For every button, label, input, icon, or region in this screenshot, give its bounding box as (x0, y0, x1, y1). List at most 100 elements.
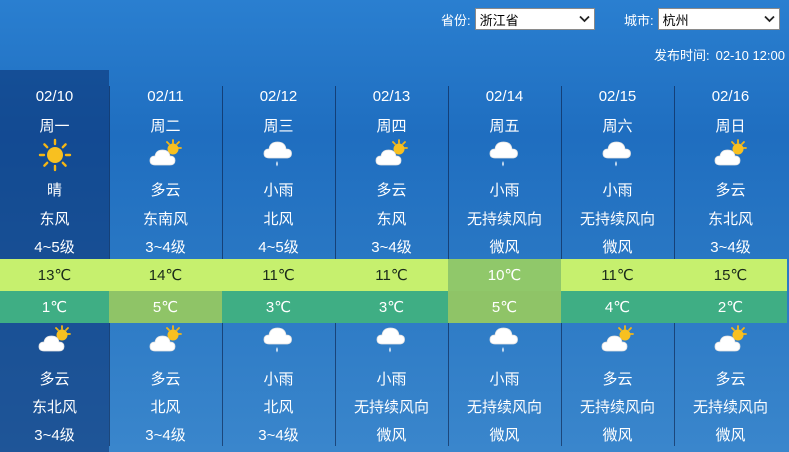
weekday: 周四 (376, 118, 407, 135)
weekday: 周五 (489, 118, 520, 135)
day-condition: 多云 (715, 182, 746, 199)
day-wind: 东风 (376, 211, 407, 228)
publish-label: 发布时间: (653, 48, 710, 63)
province-label: 省份: (441, 12, 471, 28)
day-wind: 东南风 (142, 211, 188, 228)
forecast-date: 02/11 (147, 88, 184, 105)
chevron-down-icon (764, 13, 776, 25)
rain-icon (448, 324, 561, 358)
high-temperature: 13℃ (0, 259, 109, 291)
weekday: 周日 (715, 118, 746, 135)
night-wind-level: 微风 (489, 427, 520, 444)
day-condition: 晴 (46, 182, 62, 199)
province-select[interactable]: 浙江省 (474, 8, 595, 30)
weekday: 周六 (602, 118, 633, 135)
cloudy-icon (335, 138, 448, 170)
high-temperature: 15℃ (674, 259, 787, 291)
night-condition: 多云 (150, 371, 181, 388)
day-wind: 无持续风向 (579, 211, 655, 228)
province-value: 浙江省 (479, 12, 519, 28)
day-condition: 小雨 (602, 182, 633, 199)
night-condition: 多云 (715, 371, 746, 388)
day-wind-level: 3~4级 (145, 239, 186, 256)
rain-icon (561, 138, 674, 172)
night-condition: 多云 (602, 371, 633, 388)
day-wind-level: 微风 (489, 239, 520, 256)
night-wind: 北风 (263, 399, 294, 416)
forecast-date: 02/14 (485, 88, 524, 105)
night-wind: 无持续风向 (466, 399, 542, 416)
low-temperature: 3℃ (222, 291, 335, 323)
rain-icon (448, 138, 561, 172)
low-temperature: 5℃ (109, 291, 222, 323)
rain-icon (222, 324, 335, 358)
high-temperature: 11℃ (335, 259, 448, 291)
sun-icon (0, 138, 109, 172)
night-condition: 小雨 (489, 371, 520, 388)
forecast-date: 02/12 (259, 88, 298, 105)
night-condition: 多云 (39, 371, 70, 388)
night-wind: 北风 (150, 399, 181, 416)
cloudy-icon (674, 138, 787, 170)
publish-time: 发布时间: 02-10 12:00 (654, 45, 785, 64)
high-temperature: 10℃ (448, 259, 561, 291)
night-wind-level: 3~4级 (258, 427, 299, 444)
day-condition: 小雨 (263, 182, 294, 199)
forecast-date: 02/15 (598, 88, 637, 105)
cloudy-icon (674, 324, 787, 356)
forecast-date: 02/16 (711, 88, 750, 105)
weekday: 周三 (263, 118, 294, 135)
high-temperature: 14℃ (109, 259, 222, 291)
day-column: 02/14 周五 小雨 无持续风向 微风 10℃ 5℃ 小雨 无持续风向 微风 (448, 70, 561, 452)
night-wind: 无持续风向 (353, 399, 429, 416)
night-wind-level: 微风 (376, 427, 407, 444)
low-temperature: 5℃ (448, 291, 561, 323)
cloudy-icon (109, 324, 222, 356)
day-column: 02/12 周三 小雨 北风 4~5级 11℃ 3℃ 小雨 北风 3~4级 (222, 70, 335, 452)
day-column: 02/13 周四 多云东风 3~4级 11℃ 3℃ 小雨无持续风向微风 (335, 70, 448, 452)
rain-icon (335, 324, 448, 358)
day-condition: 小雨 (489, 182, 520, 199)
night-wind-level: 3~4级 (145, 427, 186, 444)
day-wind-level: 3~4级 (371, 239, 412, 256)
day-wind: 北风 (263, 211, 294, 228)
forecast-date: 02/13 (372, 88, 411, 105)
low-temperature: 2℃ (674, 291, 787, 323)
low-temperature: 1℃ (0, 291, 109, 323)
low-temperature: 3℃ (335, 291, 448, 323)
night-wind-level: 3~4级 (34, 427, 75, 444)
day-wind-level: 4~5级 (34, 239, 75, 256)
day-condition: 多云 (376, 182, 407, 199)
day-wind-level: 3~4级 (710, 239, 751, 256)
city-select[interactable]: 杭州 (657, 8, 780, 30)
cloudy-icon (109, 138, 222, 170)
province-selector: 省份: 浙江省 (441, 8, 595, 30)
night-wind-level: 微风 (715, 427, 746, 444)
night-wind: 无持续风向 (579, 399, 655, 416)
high-temperature: 11℃ (561, 259, 674, 291)
night-wind: 东北风 (31, 399, 77, 416)
day-wind: 无持续风向 (466, 211, 542, 228)
chevron-down-icon (579, 13, 591, 25)
cloudy-icon (561, 324, 674, 356)
city-selector: 城市: 杭州 (624, 8, 780, 30)
day-wind-level: 4~5级 (258, 239, 299, 256)
day-column: 02/11 周二 多云 东南风 3~4级 14℃ 5℃ 多云 北风 3~4级 (109, 70, 222, 452)
day-wind: 东北风 (707, 211, 753, 228)
publish-value: 02-10 12:00 (715, 48, 785, 63)
low-temperature: 4℃ (561, 291, 674, 323)
weekday: 周二 (150, 118, 181, 135)
cloudy-icon (0, 324, 109, 356)
day-column: 02/15 周六 小雨 无持续风向 微风 11℃ 4℃ 多云 无持续风向 微风 (561, 70, 674, 452)
high-temperature: 11℃ (222, 259, 335, 291)
weekday: 周一 (39, 118, 70, 135)
day-wind-level: 微风 (602, 239, 633, 256)
forecast-grid: 02/10 周一 晴东风 4~5级 13℃ 1℃ 多云 东北风 3~4级 02/11 周二 多云… (0, 70, 789, 452)
city-value: 杭州 (662, 12, 689, 28)
rain-icon (222, 138, 335, 172)
night-condition: 小雨 (376, 371, 407, 388)
top-bar: 省份: 浙江省 城市: 杭州 发布时间: 02-10 12:00 (0, 0, 789, 70)
day-column: 02/10 周一 晴东风 4~5级 13℃ 1℃ 多云 东北风 3~4级 (0, 70, 109, 452)
day-wind: 东风 (39, 211, 70, 228)
day-condition: 多云 (150, 182, 181, 199)
